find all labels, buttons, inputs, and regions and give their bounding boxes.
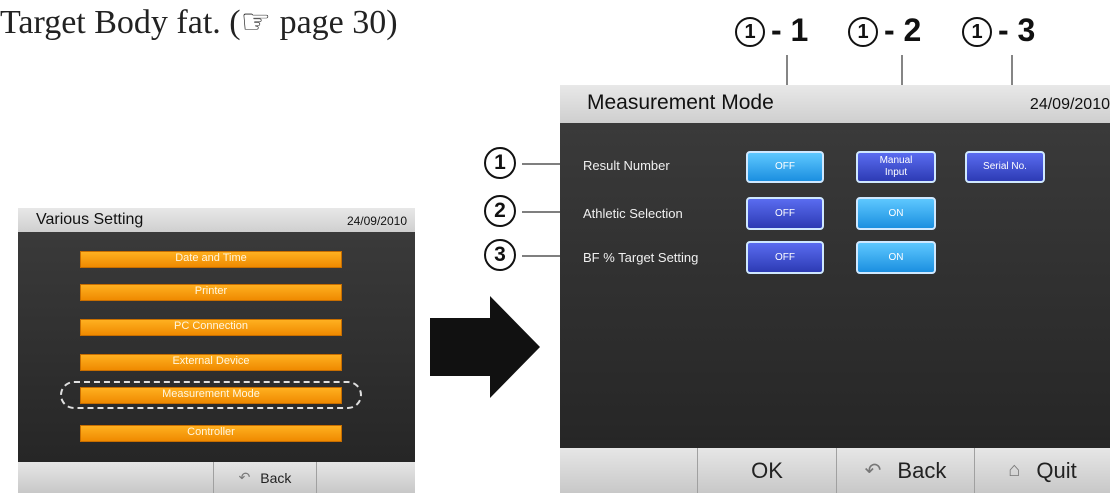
ok-button[interactable]: OK [697, 448, 836, 493]
footer-spacer [560, 448, 697, 493]
result-number-off-button[interactable]: OFF [746, 151, 824, 183]
right-screen: Measurement Mode 24/09/2010 Result Numbe… [560, 85, 1110, 493]
left-screen-body: Date and Time Printer PC Connection Exte… [18, 232, 415, 462]
right-title-bar: Measurement Mode 24/09/2010 [560, 85, 1110, 123]
quit-button[interactable]: ⌂ Quit [974, 448, 1110, 493]
back-icon: ↶ [864, 460, 882, 482]
row-label-bf-target-setting: BF % Target Setting [583, 250, 699, 265]
menu-item-printer[interactable]: Printer [80, 284, 342, 301]
result-number-manual-input-button[interactable]: Manual Input [856, 151, 936, 183]
row-label-athletic-selection: Athletic Selection [583, 206, 683, 221]
menu-item-controller[interactable]: Controller [80, 425, 342, 442]
bf-target-on-button[interactable]: ON [856, 241, 936, 274]
callout-side-2: 2 [484, 195, 516, 227]
left-screen: Various Setting 24/09/2010 Date and Time… [18, 208, 415, 493]
footer-spacer [316, 462, 415, 493]
result-number-serial-no-button[interactable]: Serial No. [965, 151, 1045, 183]
athletic-selection-on-button[interactable]: ON [856, 197, 936, 230]
menu-item-date-and-time[interactable]: Date and Time [80, 251, 342, 268]
left-title-bar: Various Setting 24/09/2010 [18, 208, 415, 232]
home-icon: ⌂ [1008, 459, 1021, 481]
menu-item-measurement-mode[interactable]: Measurement Mode [80, 387, 342, 404]
footer-spacer [18, 462, 213, 493]
ok-label: OK [751, 457, 783, 483]
menu-item-pc-connection[interactable]: PC Connection [80, 319, 342, 336]
back-label: Back [897, 457, 947, 483]
athletic-selection-off-button[interactable]: OFF [746, 197, 824, 230]
left-footer: ↶ Back [18, 462, 415, 493]
bf-target-off-button[interactable]: OFF [746, 241, 824, 274]
back-label: Back [260, 469, 292, 486]
back-button[interactable]: ↶ Back [836, 448, 974, 493]
right-screen-body: Result Number OFF Manual Input Serial No… [560, 123, 1110, 448]
row-label-result-number: Result Number [583, 158, 670, 173]
arrow-right-icon [430, 296, 540, 398]
right-screen-title: Measurement Mode [587, 91, 774, 114]
callout-side-1: 1 [484, 147, 516, 179]
right-footer: OK ↶ Back ⌂ Quit [560, 448, 1110, 493]
callout-side-3: 3 [484, 239, 516, 271]
left-screen-date: 24/09/2010 [346, 214, 407, 228]
back-icon: ↶ [238, 469, 251, 485]
left-screen-title: Various Setting [36, 211, 144, 228]
menu-item-external-device[interactable]: External Device [80, 354, 342, 371]
right-screen-date: 24/09/2010 [1029, 96, 1110, 113]
quit-label: Quit [1036, 457, 1077, 483]
left-back-button[interactable]: ↶ Back [213, 462, 316, 493]
